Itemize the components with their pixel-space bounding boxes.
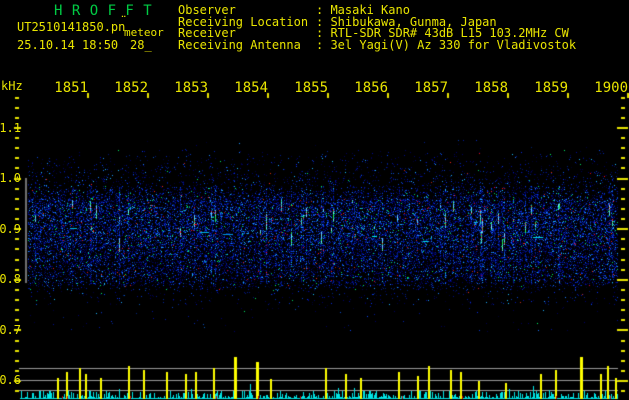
- time-label: 1854: [230, 80, 268, 96]
- station-info-value: 3el Yagi(V) Az 330 for Vladivostok: [330, 38, 576, 52]
- spectrogram-canvas: [0, 0, 629, 400]
- filename-label: UT2510141850.pn: [17, 20, 125, 34]
- station-info-row: Receiving Antenna: 3el Yagi(V) Az 330 fo…: [178, 40, 576, 52]
- freq-label: 0.9: [0, 222, 21, 236]
- time-label: 1855: [290, 80, 328, 96]
- freq-unit-label: kHz: [1, 79, 23, 93]
- counter-label: 28_: [130, 38, 152, 52]
- app-title: H R O F F T: [54, 3, 152, 19]
- time-label: 1856: [350, 80, 388, 96]
- time-label: 1900: [590, 80, 628, 96]
- hrofft-screen: H R O F F T UT2510141850.pn ¨ meteor 25.…: [0, 0, 629, 400]
- station-info-label: Receiving Antenna: [178, 40, 316, 52]
- time-label: 1852: [110, 80, 148, 96]
- time-label: 1853: [170, 80, 208, 96]
- datetime-label: 25.10.14 18:50: [17, 38, 118, 52]
- time-label: 1857: [410, 80, 448, 96]
- freq-label: 0.7: [0, 323, 21, 337]
- freq-label: 1.0: [0, 171, 21, 185]
- time-label: 1859: [530, 80, 568, 96]
- time-label: 1851: [50, 80, 88, 96]
- freq-label: 0.6: [0, 373, 21, 387]
- time-label: 1858: [470, 80, 508, 96]
- station-info-separator: :: [316, 38, 330, 52]
- station-info: Observer: Masaki KanoReceiving Location:…: [178, 5, 576, 51]
- freq-label: 1.1: [0, 121, 21, 135]
- freq-label: 0.8: [0, 272, 21, 286]
